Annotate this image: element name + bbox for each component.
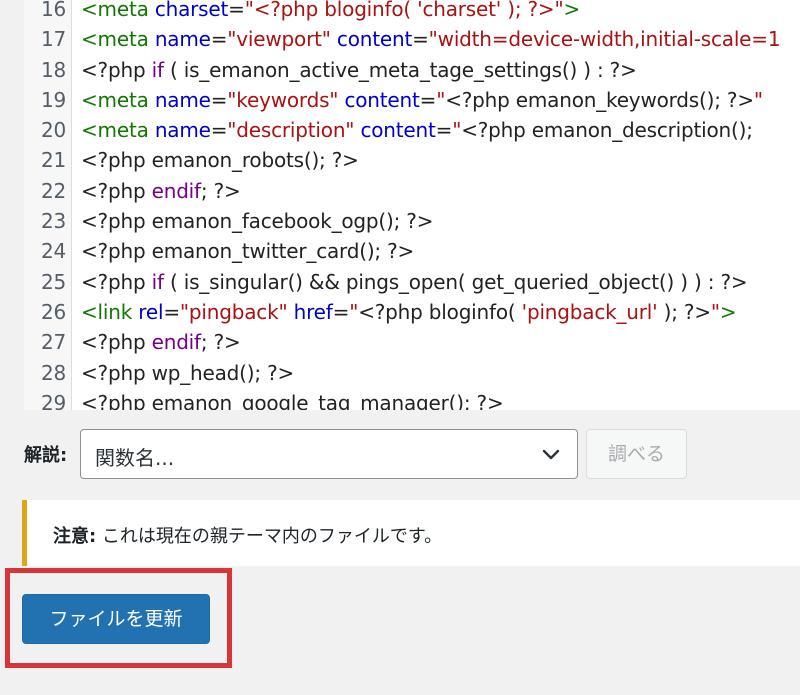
code-token: "description" — [227, 118, 355, 143]
code-token: <meta — [81, 27, 155, 52]
code-token: "keywords" — [227, 87, 339, 112]
code-text: <meta name="description" content="<?php … — [81, 115, 753, 145]
line-number: 26 — [40, 299, 66, 324]
code-token: <?php emanon_description(); — [461, 118, 753, 143]
code-token: ; ?> — [200, 330, 241, 355]
code-token: " — [753, 87, 763, 112]
code-token: <?php — [81, 57, 152, 82]
code-token: " — [452, 118, 462, 143]
notice-message: これは現在の親テーマ内のファイルです。 — [96, 526, 443, 547]
parent-theme-notice: 注意: これは現在の親テーマ内のファイルです。 — [22, 500, 800, 566]
code-token: <?php bloginfo( — [358, 299, 522, 324]
code-token: content — [330, 27, 413, 52]
code-token: = — [332, 299, 350, 324]
chevron-down-icon — [542, 449, 560, 460]
code-token: " — [710, 299, 720, 324]
code-token: ( is_singular() && pings_open( get_queri… — [163, 269, 748, 294]
code-token: <?php — [81, 178, 152, 203]
code-token: = — [163, 299, 180, 324]
code-token: href — [287, 299, 333, 324]
code-token: > — [563, 0, 581, 21]
theme-file-editor: 16 <meta charset="<?php bloginfo( 'charse… — [0, 0, 800, 695]
code-token: > — [719, 299, 737, 324]
line-number: 22 — [40, 178, 66, 203]
code-token: = — [419, 87, 437, 112]
code-token: <link — [81, 299, 139, 324]
code-token: if — [151, 57, 164, 82]
code-token: 'pingback_url' — [521, 299, 658, 324]
code-token: = — [412, 27, 429, 52]
code-text: <?php emanon_google_tag_manager(); ?> — [81, 388, 504, 410]
code-token: <?php — [81, 330, 152, 355]
code-token: rel — [138, 299, 164, 324]
code-token: " — [349, 299, 359, 324]
line-number: 16 — [40, 0, 66, 21]
code-text: <meta name="viewport" content="width=dev… — [81, 24, 781, 54]
code-token: "pingback" — [179, 299, 288, 324]
code-token: endif — [151, 330, 201, 355]
code-token: endif — [151, 178, 201, 203]
code-token: <?php emanon_robots(); ?> — [81, 148, 359, 173]
code-token: charset — [154, 0, 229, 21]
code-text: <?php emanon_facebook_ogp(); ?> — [81, 206, 433, 236]
code-text: <?php endif; ?> — [81, 176, 241, 206]
update-file-button[interactable]: ファイルを更新 — [22, 594, 210, 644]
code-token: = — [228, 0, 245, 21]
code-token: ); ?> — [657, 299, 711, 324]
code-token: if — [151, 269, 164, 294]
function-name-select-value: 関数名... — [95, 446, 175, 470]
code-text: <meta name="keywords" content="<?php ema… — [81, 85, 763, 115]
code-token: name — [154, 118, 211, 143]
code-token: <?php emanon_google_tag_manager(); ?> — [81, 390, 504, 410]
code-text: <?php if ( is_singular() && pings_open( … — [81, 267, 748, 297]
code-text: <?php if ( is_emanon_active_meta_tage_se… — [81, 55, 637, 85]
code-token: ( is_emanon_active_meta_tage_settings() … — [163, 57, 637, 82]
line-number: 29 — [40, 390, 66, 410]
code-token: <meta — [81, 0, 155, 21]
line-number: 20 — [40, 118, 66, 143]
line-number: 28 — [40, 360, 66, 385]
code-token: "<?php bloginfo( 'charset' ); ?>" — [244, 0, 564, 21]
notice-text: 注意: これは現在の親テーマ内のファイルです。 — [53, 522, 442, 548]
line-number: 19 — [40, 87, 66, 112]
code-token: = — [435, 118, 453, 143]
line-number: 24 — [40, 239, 66, 264]
code-token: <meta — [81, 87, 155, 112]
code-token: <?php emanon_keywords(); ?> — [445, 87, 754, 112]
code-token: <?php emanon_twitter_card(); ?> — [81, 239, 415, 264]
code-token: name — [154, 27, 211, 52]
code-text: <?php wp_head(); ?> — [81, 358, 294, 388]
code-token: "width=device-width,initial-scale=1 — [428, 27, 781, 52]
code-token: <?php wp_head(); ?> — [81, 360, 295, 385]
code-text: <?php emanon_twitter_card(); ?> — [81, 236, 414, 266]
line-number: 27 — [40, 330, 66, 355]
line-number: 23 — [40, 209, 66, 234]
lookup-button[interactable]: 調べる — [586, 429, 687, 479]
code-token: = — [210, 87, 228, 112]
code-text: <link rel="pingback" href="<?php bloginf… — [81, 297, 737, 327]
code-token: name — [154, 87, 211, 112]
code-token: = — [210, 27, 228, 52]
line-number: 21 — [40, 148, 66, 173]
code-token: content — [338, 87, 420, 112]
code-text: <?php endif; ?> — [81, 327, 241, 357]
code-text: <meta charset="<?php bloginfo( 'charset'… — [81, 0, 580, 24]
code-token: <meta — [81, 118, 155, 143]
code-token: " — [436, 87, 446, 112]
code-token: ; ?> — [200, 178, 241, 203]
code-token: = — [210, 118, 228, 143]
documentation-label: 解説: — [24, 445, 68, 466]
line-number: 17 — [40, 27, 66, 52]
code-token: "viewport" — [227, 27, 331, 52]
code-token: content — [354, 118, 436, 143]
code-token: <?php emanon_facebook_ogp(); ?> — [81, 209, 434, 234]
code-editor[interactable]: 16 <meta charset="<?php bloginfo( 'charse… — [24, 0, 800, 410]
code-text: <?php emanon_robots(); ?> — [81, 145, 359, 175]
function-name-select[interactable]: 関数名... — [80, 429, 578, 479]
line-number: 18 — [40, 57, 66, 82]
code-token: <?php — [81, 269, 152, 294]
notice-strong: 注意: — [53, 526, 97, 547]
line-number: 25 — [40, 269, 66, 294]
